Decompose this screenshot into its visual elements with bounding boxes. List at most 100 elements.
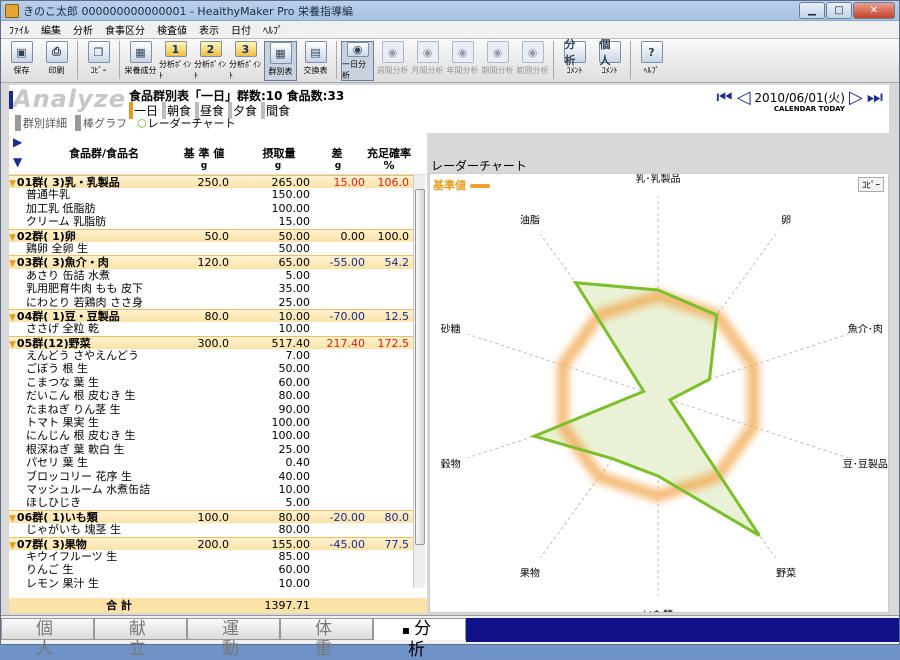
group-table-button[interactable]: ▦ 群別表 — [264, 41, 297, 81]
year-analysis-button[interactable]: ◉ 年間分析 — [446, 41, 479, 81]
balance-3-button[interactable]: 3 分析ﾎﾟｲﾝﾄ — [229, 41, 262, 81]
chart-copy-button[interactable]: ｺﾋﾟｰ — [857, 177, 884, 192]
period-analysis-button[interactable]: ◉ 期間分析 — [481, 41, 514, 81]
group-row[interactable]: 01群( 3)乳・乳製品 250.0 265.00 15.00 106.0 — [9, 175, 413, 189]
food-row[interactable]: りんご 生 60.00 — [9, 563, 413, 576]
axis-label: 豆･豆製品 — [843, 457, 888, 470]
col-diff-header[interactable]: 差 — [327, 145, 347, 161]
menu-help[interactable]: ﾍﾙﾌﾟ — [263, 22, 283, 37]
menu-lab-values[interactable]: 検査値 — [157, 22, 187, 37]
group-row[interactable]: 02群( 1)卵 50.0 50.00 0.00 100.0 — [9, 228, 413, 242]
scroll-thumb[interactable] — [415, 189, 425, 545]
exchange-table-button[interactable]: ▤ 交換表 — [299, 41, 332, 81]
tab-group-detail[interactable]: 群別詳細 — [15, 115, 67, 131]
food-row[interactable]: クリーム 乳脂肪 15.00 — [9, 215, 413, 228]
food-row[interactable]: にわとり 若鶏肉 ささ身 25.00 — [9, 296, 413, 309]
group-row[interactable]: 03群( 3)魚介・肉 120.0 65.00 -55.00 54.2 — [9, 255, 413, 269]
personal-comment-button[interactable]: 個人 ｺﾒﾝﾄ — [593, 38, 626, 81]
food-row[interactable]: パセリ 葉 生 0.40 — [9, 456, 413, 469]
group-row[interactable]: 06群( 1)いも類 100.0 80.00 -20.00 80.0 — [9, 509, 413, 524]
menu-bar: ﾌｧｲﾙ 編集 分析 食事区分 検査値 表示 日付 ﾍﾙﾌﾟ — [1, 21, 899, 39]
expand-all-icon[interactable]: ▶ — [13, 135, 22, 149]
col-intake-header[interactable]: 摂取量 — [254, 145, 304, 161]
group-row[interactable]: 04群( 1)豆・豆製品 80.0 10.00 -70.00 12.5 — [9, 308, 413, 323]
food-row[interactable]: にんじん 根 皮むき 生 100.00 — [9, 429, 413, 442]
cell-name: こまつな 葉 生 — [26, 375, 99, 389]
save-button[interactable]: ▣ 保存 — [5, 41, 38, 81]
next-date-icon[interactable]: ▷ — [849, 87, 863, 108]
menu-date[interactable]: 日付 — [231, 22, 251, 37]
tab-bar-graph[interactable]: 棒グラフ — [75, 115, 127, 131]
tab-weight[interactable]: 体 重 — [280, 618, 373, 659]
food-row[interactable]: ほしひじき 5.00 — [9, 496, 413, 509]
tab-analysis[interactable]: 分 析 — [373, 618, 466, 660]
cell-name: ごぼう 根 生 — [26, 362, 88, 376]
food-row[interactable]: えんどう さやえんどう 7.00 — [9, 349, 413, 362]
food-row[interactable]: 加工乳 低脂肪 100.00 — [9, 202, 413, 215]
food-row[interactable]: マッシュルーム 水煮缶詰 10.00 — [9, 483, 413, 496]
day-analysis-button[interactable]: ◉ 一日分析 — [341, 41, 374, 81]
floppy-icon: ▣ — [10, 41, 33, 63]
food-row[interactable]: レモン 果汁 生 10.00 — [9, 577, 413, 590]
balance-1-button[interactable]: 1 分析ﾎﾟｲﾝﾄ — [159, 41, 192, 81]
food-row[interactable]: こまつな 葉 生 60.00 — [9, 376, 413, 389]
food-row[interactable]: 鶏卵 全卵 生 50.00 — [9, 242, 413, 255]
food-row[interactable]: だいこん 根 皮むき 生 80.00 — [9, 389, 413, 402]
cell-intake: 80.00 — [278, 510, 311, 524]
col-std-header[interactable]: 基 準 値 — [177, 145, 231, 161]
table-scrollbar[interactable] — [413, 175, 425, 588]
cell-rate — [365, 269, 409, 282]
food-row[interactable]: じゃがいも 塊茎 生 80.00 — [9, 523, 413, 536]
menu-meal-type[interactable]: 食事区分 — [105, 22, 145, 37]
collapse-all-icon[interactable]: ▼ — [13, 155, 22, 169]
cell-diff — [310, 550, 365, 563]
menu-view[interactable]: 表示 — [199, 22, 219, 37]
menu-edit[interactable]: 編集 — [41, 22, 61, 37]
menu-file[interactable]: ﾌｧｲﾙ — [9, 22, 29, 37]
food-row[interactable]: あさり 缶詰 水煮 5.00 — [9, 269, 413, 282]
cell-diff — [310, 215, 365, 228]
food-row[interactable]: 乳用肥育牛肉 もも 皮下 35.00 — [9, 282, 413, 295]
food-row[interactable]: ささげ 全粒 乾 10.00 — [9, 322, 413, 335]
food-row[interactable]: 根深ねぎ 葉 軟白 生 25.00 — [9, 443, 413, 456]
cell-intake: 10.00 — [278, 309, 311, 323]
tab-menu[interactable]: 献 立 — [94, 618, 187, 659]
col-name-header[interactable]: 食品群/食品名 — [49, 145, 159, 161]
food-row[interactable]: ごぼう 根 生 50.00 — [9, 362, 413, 375]
tab-radar-chart[interactable]: レーダーチャート — [135, 115, 236, 131]
food-row[interactable]: 普通牛乳 150.00 — [9, 188, 413, 201]
tab-exercise[interactable]: 運 動 — [187, 618, 280, 659]
cell-diff — [310, 242, 365, 255]
food-row[interactable]: キウイフルーツ 生 85.00 — [9, 550, 413, 563]
range-analysis-button[interactable]: ◉ 範囲分析 — [516, 41, 549, 81]
print-button[interactable]: ⎙ 印刷 — [40, 41, 73, 81]
food-row[interactable]: トマト 果実 生 100.00 — [9, 416, 413, 429]
food-row[interactable]: たまねぎ りん茎 生 90.00 — [9, 403, 413, 416]
cell-name: キウイフルーツ 生 — [26, 549, 118, 563]
first-date-icon[interactable]: ⏮ — [716, 87, 732, 108]
last-date-icon[interactable]: ⏭ — [867, 87, 883, 108]
analysis-comment-button[interactable]: 分析 ｺﾒﾝﾄ — [558, 38, 591, 81]
copy-button[interactable]: ❐ ｺﾋﾟｰ — [82, 41, 115, 81]
cell-diff — [310, 416, 365, 429]
calendar-today-links[interactable]: CALENDAR TODAY — [774, 105, 845, 113]
cell-rate — [365, 577, 409, 590]
nutrient-button[interactable]: ▦ 栄養成分 — [124, 41, 157, 81]
tab-personal[interactable]: 個 人 — [1, 618, 94, 659]
group-row[interactable]: 05群(12)野菜 300.0 517.40 217.40 172.5 — [9, 335, 413, 350]
week-analysis-button[interactable]: ◉ 週間分析 — [376, 41, 409, 81]
meal-snack[interactable]: 間食 — [261, 102, 290, 119]
cell-rate — [365, 202, 409, 215]
month-analysis-button[interactable]: ◉ 月間分析 — [411, 41, 444, 81]
food-row[interactable]: ブロッコリー 花序 生 40.00 — [9, 470, 413, 483]
maximize-button[interactable]: □ — [826, 2, 852, 19]
group-row[interactable]: 07群( 3)果物 200.0 155.00 -45.00 77.5 — [9, 536, 413, 550]
help-button[interactable]: ? ﾍﾙﾌﾟ — [635, 41, 668, 81]
menu-analyze[interactable]: 分析 — [73, 22, 93, 37]
balance-2-button[interactable]: 2 分析ﾎﾟｲﾝﾄ — [194, 41, 227, 81]
close-button[interactable]: ✕ — [853, 2, 895, 19]
cell-diff — [310, 443, 365, 456]
current-date[interactable]: 2010/06/01(火) — [754, 89, 845, 106]
minimize-button[interactable]: ▁ — [799, 2, 825, 19]
prev-date-icon[interactable]: ◁ — [737, 87, 751, 108]
